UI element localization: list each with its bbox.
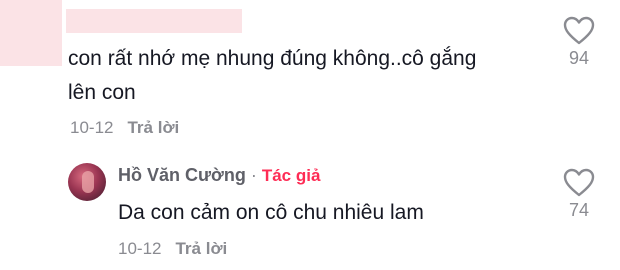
reply-like-count: 74 [568, 200, 590, 220]
comment-reply-button[interactable]: Trả lời [127, 118, 179, 138]
reply-like-button[interactable]: 74 [559, 168, 599, 221]
reply-reply-button[interactable]: Trả lời [175, 239, 227, 259]
separator-dot: · [250, 165, 257, 185]
reply-header: Hồ Văn Cường · Tác giả [118, 165, 320, 186]
heart-icon [563, 16, 595, 45]
comment-meta: 10-12 Trả lời [70, 118, 179, 138]
reply-meta: 10-12 Trả lời [118, 239, 227, 259]
reply-date: 10-12 [118, 239, 162, 258]
commenter-name-redacted[interactable] [66, 9, 242, 33]
reply-author-avatar[interactable] [68, 163, 106, 201]
author-badge: Tác giả [261, 166, 321, 185]
reply-text: Da con cảm on cô chu nhiêu lam [118, 201, 424, 224]
commenter-avatar-redacted[interactable] [0, 0, 62, 66]
reply-author-name[interactable]: Hồ Văn Cường [118, 165, 246, 186]
comment-like-button[interactable]: 94 [559, 16, 599, 69]
heart-icon [563, 168, 595, 197]
comment-like-count: 94 [568, 48, 590, 68]
comment-date: 10-12 [70, 118, 114, 137]
comment-text: con rất nhớ mẹ nhung đúng không..cô gắng… [68, 47, 477, 104]
